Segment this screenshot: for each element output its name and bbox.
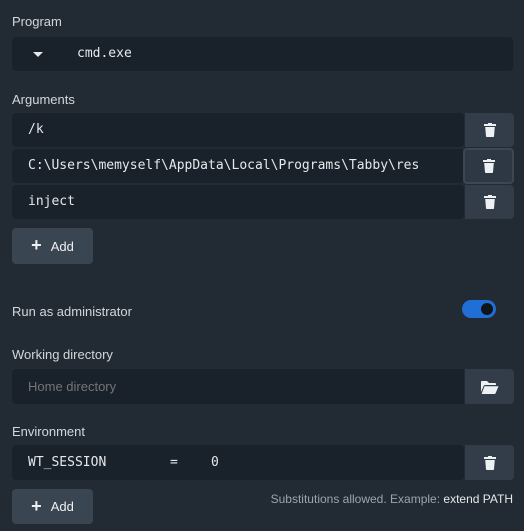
delete-env-button[interactable] [465, 445, 514, 480]
argument-input[interactable]: C:\Users\memyself\AppData\Local\Programs… [28, 158, 419, 173]
add-argument-label: Add [50, 238, 74, 254]
folder-open-icon [480, 380, 498, 394]
toggle-knob [481, 303, 493, 315]
argument-row[interactable]: /k [12, 113, 464, 147]
arguments-label: Arguments [12, 92, 75, 107]
delete-argument-button[interactable] [465, 185, 514, 219]
env-value-input[interactable]: 0 [211, 455, 219, 470]
substitutions-hint-example: extend PATH [443, 492, 513, 506]
argument-input[interactable]: inject [28, 194, 75, 209]
trash-icon [483, 123, 496, 137]
working-directory-label: Working directory [12, 347, 113, 362]
program-select[interactable]: cmd.exe [12, 37, 513, 71]
add-env-button[interactable]: + Add [12, 489, 93, 524]
argument-row[interactable]: C:\Users\memyself\AppData\Local\Programs… [12, 149, 464, 183]
argument-row[interactable]: inject [12, 185, 464, 219]
browse-folder-button[interactable] [465, 369, 514, 404]
environment-row[interactable]: WT_SESSION = 0 [12, 445, 464, 480]
substitutions-hint-text: Substitutions allowed. Example: [270, 492, 441, 506]
plus-icon: + [31, 495, 42, 516]
plus-icon: + [31, 235, 42, 255]
argument-input[interactable]: /k [28, 122, 44, 137]
delete-argument-button[interactable] [463, 148, 514, 184]
program-label: Program [12, 14, 62, 29]
working-directory-input[interactable] [12, 369, 464, 404]
chevron-down-icon [33, 52, 43, 57]
environment-label: Environment [12, 424, 85, 439]
trash-icon [483, 195, 496, 209]
add-env-label: Add [50, 499, 74, 514]
program-value: cmd.exe [77, 46, 132, 61]
trash-icon [483, 455, 496, 470]
run-as-admin-label: Run as administrator [12, 304, 132, 319]
trash-icon [482, 159, 495, 173]
env-key-input[interactable]: WT_SESSION [28, 455, 106, 470]
add-argument-button[interactable]: + Add [12, 228, 93, 264]
env-equals-sign: = [170, 455, 178, 470]
delete-argument-button[interactable] [465, 113, 514, 147]
substitutions-hint: Substitutions allowed. Example: extend P… [271, 492, 513, 506]
run-as-admin-toggle[interactable] [462, 300, 496, 318]
